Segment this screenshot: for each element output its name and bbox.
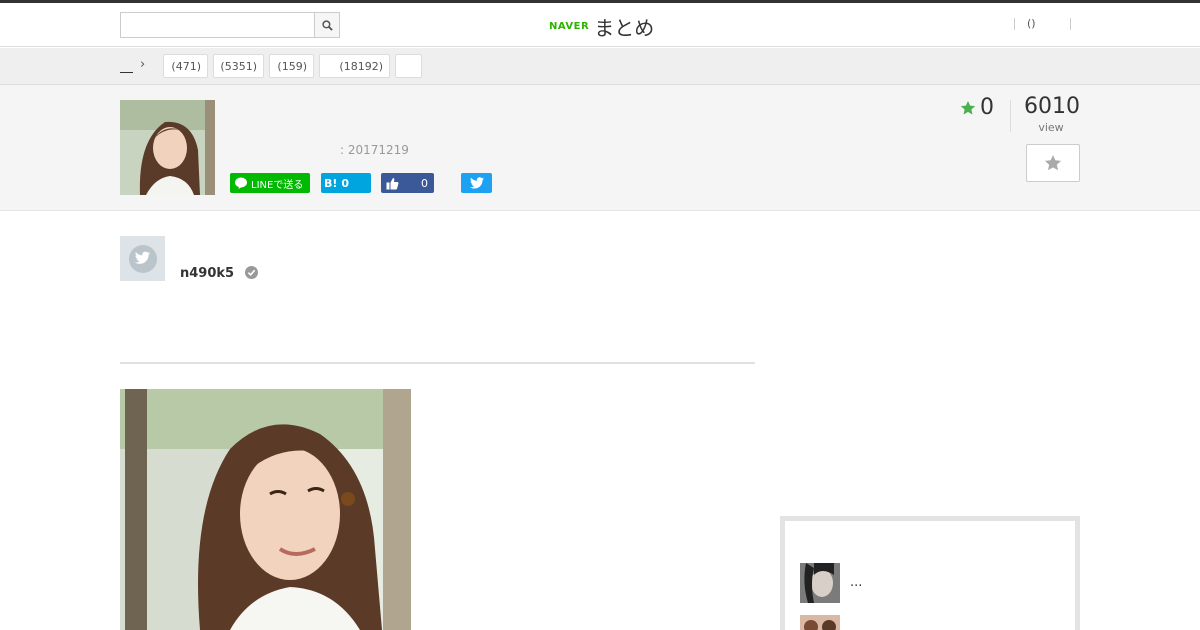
category-tab[interactable]: (471): [163, 54, 208, 78]
category-tab[interactable]: [395, 54, 422, 78]
twitter-share-button[interactable]: [461, 173, 492, 193]
sidebar-item-thumbnail: [800, 563, 840, 603]
search-input[interactable]: [121, 13, 315, 37]
line-share-button[interactable]: LINEで送る: [230, 173, 310, 193]
favorite-count-value: 0: [980, 95, 994, 120]
author-avatar[interactable]: [120, 236, 165, 281]
facebook-like-button[interactable]: 0: [381, 173, 434, 193]
header-separator: [1070, 18, 1071, 30]
sidebar-item-thumbnail: [800, 615, 840, 630]
category-tab-label: (5351): [220, 59, 257, 73]
category-tab[interactable]: (159): [269, 54, 314, 78]
category-tab[interactable]: (5351): [213, 54, 264, 78]
star-icon: [1044, 155, 1062, 171]
site-header: NAVER まとめ (): [0, 3, 1200, 47]
avatar-image: [120, 236, 165, 281]
author-name[interactable]: n490k5: [180, 266, 234, 281]
breadcrumb-home[interactable]: [120, 59, 133, 73]
category-bar: › (471) (5351) (159) (18192): [0, 48, 1200, 85]
category-tab[interactable]: (18192): [319, 54, 390, 78]
logo-matome: まとめ: [594, 15, 655, 40]
line-icon: [235, 177, 247, 189]
site-logo[interactable]: NAVER まとめ: [549, 11, 654, 41]
article-date: : 20171219: [340, 143, 409, 157]
search-box: [120, 12, 340, 38]
star-icon: [960, 100, 976, 114]
facebook-count: 0: [421, 176, 428, 190]
sidebar-item-title: ...: [850, 575, 863, 590]
sidebar-item[interactable]: [800, 615, 1050, 630]
stat-separator: [1010, 100, 1011, 132]
logo-naver: NAVER: [549, 20, 590, 32]
header-user-link[interactable]: (): [1027, 17, 1036, 30]
sidebar-item[interactable]: ...: [800, 563, 1050, 603]
search-icon: [321, 19, 333, 31]
hatena-label: B!: [324, 176, 338, 190]
hatena-count: 0: [341, 176, 350, 190]
view-label: view: [1038, 121, 1064, 134]
sidebar-related-box: ...: [780, 516, 1080, 630]
view-count: 6010: [1024, 94, 1080, 119]
line-share-label: LINEで送る: [251, 179, 304, 191]
chevron-right-icon: ›: [140, 57, 146, 72]
category-tab-label: (471): [171, 59, 201, 73]
like-icon: [386, 177, 399, 189]
favorite-count: 0: [960, 95, 994, 120]
search-button[interactable]: [314, 13, 339, 37]
category-tab-label: (18192): [339, 59, 383, 73]
main-image: [120, 389, 411, 630]
article-thumbnail[interactable]: [120, 100, 215, 195]
hatena-bookmark-button[interactable]: B! 0: [321, 173, 371, 193]
thumbnail-image: [120, 100, 215, 195]
add-favorite-button[interactable]: [1026, 144, 1080, 182]
verified-icon: [245, 266, 258, 279]
article-header: : 20171219 LINEで送る B! 0 0 0 6010 view: [0, 85, 1200, 211]
twitter-icon: [469, 177, 484, 189]
content-divider: [120, 362, 755, 364]
category-tab-label: (159): [277, 59, 307, 73]
article-main-image[interactable]: [120, 389, 411, 630]
header-separator: [1014, 18, 1015, 30]
